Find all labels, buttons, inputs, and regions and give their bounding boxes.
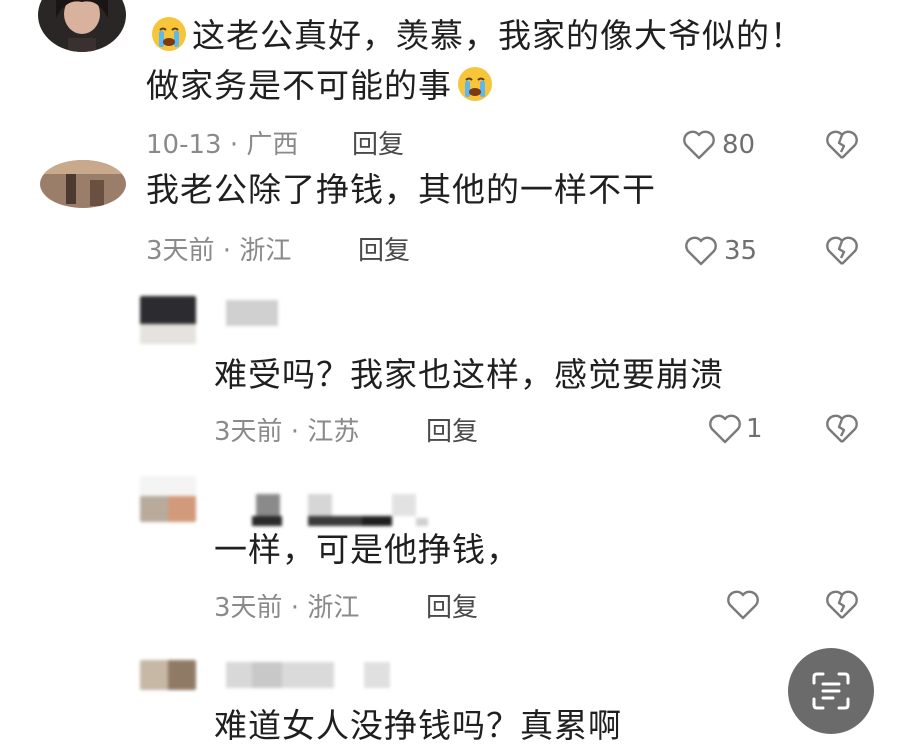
username-redacted	[252, 494, 428, 528]
avatar[interactable]	[140, 660, 196, 690]
heart-outline-icon[interactable]	[708, 414, 742, 444]
comment-text: 这老公真好，羡慕，我家的像大爷似的！	[146, 14, 804, 64]
like-count: 35	[724, 236, 758, 266]
reply-meta: 3天前 · 江苏	[214, 417, 360, 447]
crying-face-icon	[150, 15, 188, 64]
scan-text-icon	[811, 671, 851, 711]
like-count: 80	[722, 130, 756, 160]
comment-meta: 3天前 · 浙江	[146, 236, 292, 266]
heart-outline-icon[interactable]	[726, 590, 760, 620]
reply-text: 难道女人没挣钱吗？真累啊	[214, 706, 622, 745]
reply-text: 难受吗？我家也这样，感觉要崩溃	[214, 355, 724, 394]
broken-heart-icon[interactable]	[825, 414, 859, 444]
heart-outline-icon[interactable]	[684, 236, 718, 266]
heart-outline-icon[interactable]	[682, 130, 716, 160]
reply-button[interactable]: 回复	[426, 417, 478, 447]
comment-text-line2: 做家务是不可能的事	[146, 64, 498, 114]
username-redacted	[226, 662, 390, 688]
reply-button[interactable]: 回复	[426, 593, 478, 623]
crying-face-icon	[456, 65, 494, 114]
reply-button[interactable]: 回复	[352, 130, 404, 160]
avatar[interactable]	[38, 0, 126, 52]
broken-heart-icon[interactable]	[825, 236, 859, 266]
broken-heart-icon[interactable]	[825, 130, 859, 160]
avatar[interactable]	[140, 296, 196, 344]
avatar[interactable]	[140, 476, 196, 522]
reply-text: 一样，可是他挣钱，	[214, 530, 520, 569]
like-count: 1	[746, 414, 763, 444]
scan-text-button[interactable]	[788, 648, 874, 734]
avatar[interactable]	[40, 160, 126, 208]
comment-text: 我老公除了挣钱，其他的一样不干	[146, 170, 656, 209]
reply-button[interactable]: 回复	[358, 236, 410, 266]
reply-meta: 3天前 · 浙江	[214, 593, 360, 623]
username-redacted	[226, 300, 278, 326]
broken-heart-icon[interactable]	[825, 590, 859, 620]
comment-meta: 10-13 · 广西	[146, 130, 299, 160]
